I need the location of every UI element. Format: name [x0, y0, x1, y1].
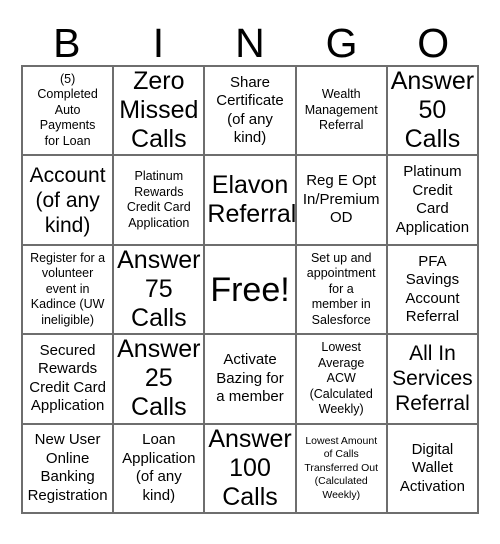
bingo-cell[interactable]: (5) Completed Auto Payments for Loan [23, 67, 115, 155]
bingo-cell[interactable]: Platinum Credit Card Application [388, 156, 477, 243]
bingo-cell[interactable]: Lowest Amount of Calls Transferred Out (… [297, 424, 388, 513]
bingo-header-letter-g: G [325, 20, 358, 66]
bingo-cell[interactable]: Digital Wallet Activation [388, 425, 477, 512]
bingo-cell[interactable]: Account (of any kind) [23, 156, 115, 244]
bingo-row: Secured Rewards Credit Card Application … [23, 335, 477, 425]
bingo-card: B I N G O (5) Completed Auto Payments fo… [21, 14, 479, 514]
bingo-cell[interactable]: New User Online Banking Registration [23, 424, 115, 513]
bingo-cell-label: Lowest Average ACW (Calculated Weekly) [309, 340, 373, 417]
bingo-cell[interactable]: Loan Application (of any kind) [114, 424, 206, 513]
bingo-cell[interactable]: Share Certificate (of any kind) [205, 67, 297, 155]
bingo-header-letter-b: B [53, 20, 81, 66]
bingo-cell[interactable]: All In Services Referral [388, 335, 477, 422]
bingo-cell-label: Answer 100 Calls [208, 424, 292, 511]
bingo-cell-label: Reg E Opt In/Premium OD [302, 172, 380, 227]
bingo-cell[interactable]: Activate Bazing for a member [205, 335, 297, 423]
bingo-cell[interactable]: Platinum Rewards Credit Card Application [114, 156, 206, 244]
bingo-cell-label: Answer 25 Calls [117, 335, 201, 422]
bingo-cell-label: Register for a volunteer event in Kadinc… [30, 250, 106, 327]
bingo-cell[interactable]: Zero Missed Calls [114, 67, 206, 155]
bingo-cell-label: Platinum Rewards Credit Card Application [126, 169, 191, 230]
bingo-cell-label: Wealth Management Referral [304, 87, 378, 133]
bingo-cell-label: Answer 50 Calls [390, 67, 475, 154]
bingo-cell[interactable]: Lowest Average ACW (Calculated Weekly) [297, 335, 388, 423]
bingo-header-row: B I N G O [21, 14, 479, 65]
bingo-header-letter-n: N [235, 20, 265, 66]
bingo-cell[interactable]: Register for a volunteer event in Kadinc… [23, 245, 115, 334]
bingo-row: Account (of any kind) Platinum Rewards C… [23, 156, 477, 246]
bingo-cell-label: Activate Bazing for a member [216, 351, 284, 406]
bingo-cell-label: Platinum Credit Card Application [395, 163, 470, 236]
bingo-cell[interactable]: Elavon Referral [205, 156, 297, 244]
bingo-cell[interactable]: Answer 25 Calls [114, 335, 206, 423]
bingo-cell-label: PFA Savings Account Referral [405, 252, 460, 326]
bingo-grid: (5) Completed Auto Payments for Loan Zer… [21, 65, 479, 514]
bingo-cell[interactable]: PFA Savings Account Referral [388, 246, 477, 333]
bingo-cell[interactable]: Secured Rewards Credit Card Application [23, 335, 115, 423]
bingo-cell-label: (5) Completed Auto Payments for Loan [37, 71, 98, 148]
bingo-row: Register for a volunteer event in Kadinc… [23, 245, 477, 336]
bingo-cell-label: All In Services Referral [392, 342, 473, 416]
bingo-cell-label: Digital Wallet Activation [399, 440, 465, 495]
bingo-cell-label: Elavon Referral [207, 171, 297, 229]
bingo-cell-label: Answer 75 Calls [117, 246, 201, 333]
bingo-cell-label: Lowest Amount of Calls Transferred Out (… [304, 434, 379, 501]
bingo-cell-label: Secured Rewards Credit Card Application [29, 341, 106, 415]
bingo-cell[interactable]: Answer 50 Calls [388, 67, 477, 154]
bingo-cell-free-space[interactable]: Free! [205, 245, 297, 334]
bingo-cell[interactable]: Reg E Opt In/Premium OD [297, 156, 388, 244]
bingo-cell[interactable]: Answer 75 Calls [114, 245, 206, 334]
bingo-header-letter-o: O [417, 20, 450, 66]
bingo-cell-label: Set up and appointment for a member in S… [306, 250, 376, 327]
bingo-cell-label: Account (of any kind) [29, 163, 106, 237]
bingo-cell-label: Share Certificate (of any kind) [216, 73, 284, 147]
bingo-cell[interactable]: Wealth Management Referral [297, 67, 388, 155]
bingo-header-letter-i: I [152, 20, 165, 66]
bingo-cell[interactable]: Answer 100 Calls [205, 424, 297, 513]
bingo-cell-label: Free! [210, 270, 290, 309]
bingo-cell[interactable]: Set up and appointment for a member in S… [297, 245, 388, 334]
bingo-row: (5) Completed Auto Payments for Loan Zer… [23, 67, 477, 157]
bingo-row: New User Online Banking Registration Loa… [23, 424, 477, 513]
bingo-cell-label: Zero Missed Calls [119, 67, 199, 154]
bingo-cell-label: Loan Application (of any kind) [122, 431, 196, 504]
bingo-cell-label: New User Online Banking Registration [27, 431, 108, 504]
